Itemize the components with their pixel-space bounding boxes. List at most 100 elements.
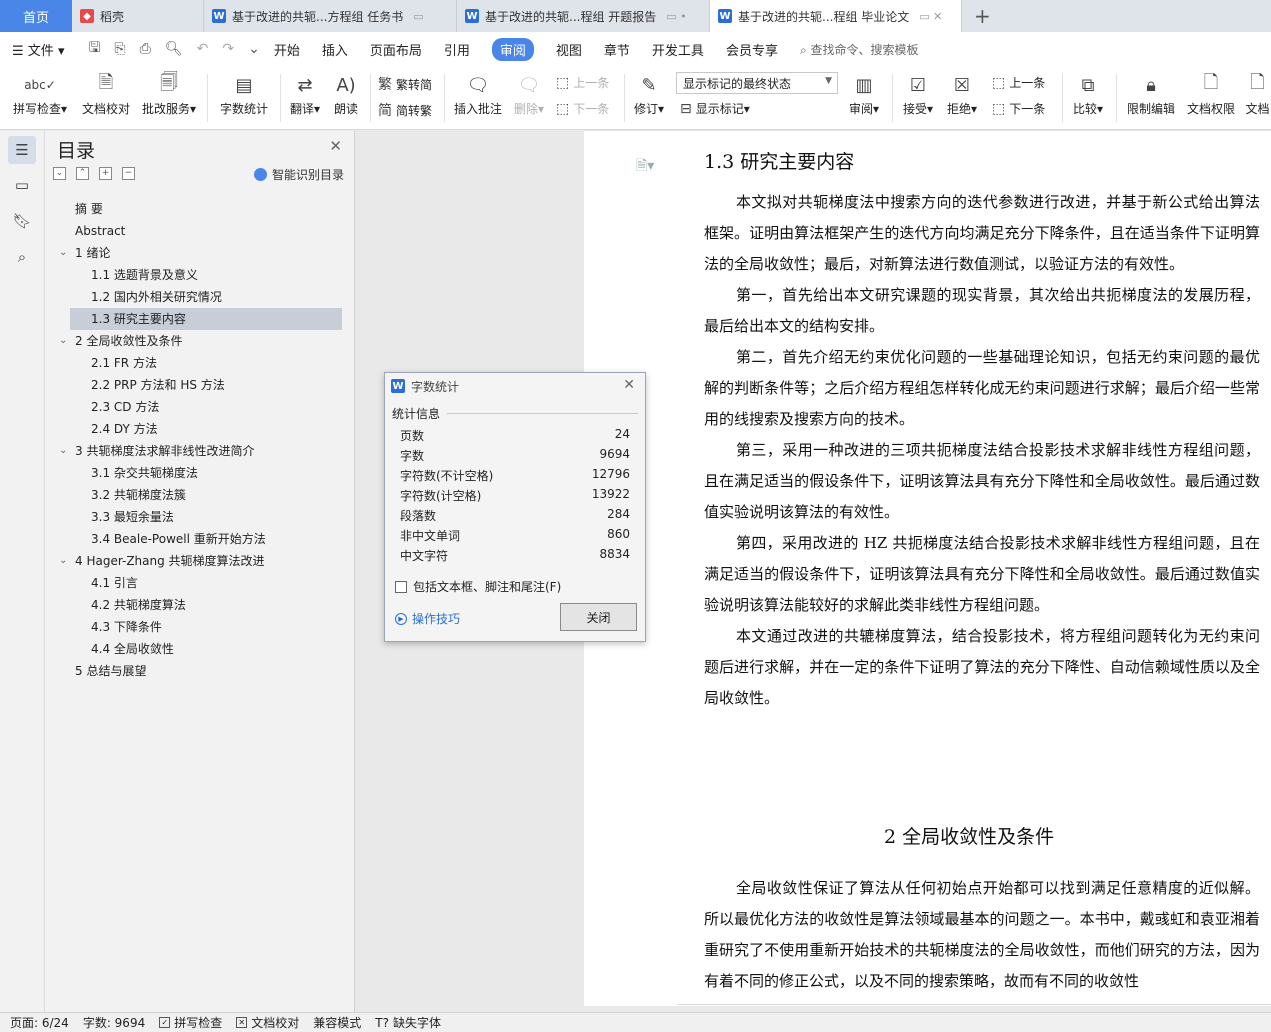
tab-docer[interactable]: ◆ 稻壳 [72,0,204,32]
document-page[interactable]: 🗎▾ 1.3 研究主要内容 本文拟对共轭梯度法中搜索方向的迭代参数进行改进，并基… [584,131,1271,1006]
next-change-button[interactable]: ⬚ 下一条 [992,100,1045,117]
toc-item[interactable]: ⌄ 2 全局收敛性及条件 [45,330,355,352]
menu-layout[interactable]: 页面布局 [370,40,422,59]
tab-proposal-doc[interactable]: W 基于改进的共轭...程组 开题报告 ▭ • [457,0,710,32]
preview-icon[interactable]: 🔍︎ [165,41,183,57]
toc-item[interactable]: 2.4 DY 方法 [45,418,355,440]
file-menu[interactable]: ☰ 文件 ▾ [12,40,64,59]
spell-check-button[interactable]: abc✓ 拼写检查▾ [10,70,70,117]
toc-item[interactable]: Abstract [45,220,355,242]
doc-more-button[interactable]: 🗋 文档 [1244,70,1271,117]
add-heading-icon[interactable]: + [99,167,112,180]
toc-item[interactable]: 3.2 共轭梯度法簇 [45,484,355,506]
dialog-header[interactable]: W 字数统计 ✕ [385,373,645,399]
chevron-down-icon[interactable]: ⌄ [59,330,67,352]
save-icon[interactable]: 🖫 [88,37,100,61]
toc-item[interactable]: 1.3 研究主要内容 [70,308,342,330]
translate-button[interactable]: ⇄ 翻译▾ [286,70,324,117]
show-markup-button[interactable]: ⊟ 显示标记 ▾ [680,100,750,117]
toc-item[interactable]: 5 总结与展望 [45,660,355,682]
close-button[interactable]: 关闭 [560,603,637,631]
tips-link[interactable]: ▶ 操作技巧 [395,610,460,627]
toc-item[interactable]: 4.2 共轭梯度算法 [45,594,355,616]
menu-vip[interactable]: 会员专享 [726,40,778,59]
compare-button[interactable]: ⧉ 比较▾ [1068,70,1108,117]
simp-to-trad-button[interactable]: 简简转繁 [378,100,432,120]
trad-to-simp-button[interactable]: 繁繁转简 [378,74,432,94]
toc-item[interactable]: 4.1 引言 [45,572,355,594]
chevron-down-icon[interactable]: ⌄ [59,440,67,462]
remove-heading-icon[interactable]: − [122,167,135,180]
close-icon[interactable]: ✕ [623,377,635,393]
smart-toc-button[interactable]: 智能识别目录 [253,166,344,183]
search-icon[interactable]: ⌕ [8,243,36,271]
toc-item[interactable]: 4.3 下降条件 [45,616,355,638]
read-aloud-button[interactable]: A) 朗读 [328,70,364,117]
menu-start[interactable]: 开始 [274,40,300,59]
missing-font-button[interactable]: T? 缺失字体 [375,1014,441,1031]
redo-icon[interactable]: ↷ [222,41,234,57]
prev-change-button[interactable]: ⬚ 上一条 [992,74,1045,91]
close-icon[interactable]: ✕ [329,137,342,155]
prev-comment-button[interactable]: ⬚ 上一条 [556,74,609,91]
toc-item-label: 2 全局收敛性及条件 [75,334,183,348]
doc-permission-button[interactable]: 🗋 文档权限 [1184,70,1238,117]
delete-comment-button[interactable]: 🗨 删除▾ [510,70,548,117]
chevron-down-icon[interactable]: ⌄ [59,242,67,264]
restrict-edit-button[interactable]: 🔒︎ 限制编辑 [1124,70,1178,117]
section-icon[interactable]: ▭ [8,171,36,199]
toc-item[interactable]: 4.4 全局收敛性 [45,638,355,660]
expand-all-icon[interactable]: ⌄ [53,167,66,180]
collapse-all-icon[interactable]: ⌃ [76,167,89,180]
track-changes-button[interactable]: ✎ 修订▾ [630,70,668,117]
close-icon[interactable]: ▭ ✕ [919,10,942,23]
toc-item[interactable]: ⌄ 4 Hager-Zhang 共轭梯度算法改进 [45,550,355,572]
page-indicator[interactable]: 页面: 6/24 [10,1014,69,1031]
word-count-button[interactable]: ▤ 字数统计 [216,70,272,117]
tab-home[interactable]: 首页 [0,0,72,32]
toc-item[interactable]: 摘 要 [45,198,355,220]
reject-button[interactable]: ☒ 拒绝▾ [942,70,982,117]
export-icon[interactable]: ⎘ [114,41,125,57]
menu-review[interactable]: 审阅 [491,37,534,61]
toc-item[interactable]: 3.4 Beale-Powell 重新开始方法 [45,528,355,550]
accept-button[interactable]: ☑ 接受▾ [898,70,938,117]
print-icon[interactable]: ⎙ [140,41,151,57]
spell-check-toggle[interactable]: ✓ 拼写检查 [159,1014,222,1031]
toc-item[interactable]: 3.3 最短余量法 [45,506,355,528]
batch-service-button[interactable]: 🗐 批改服务▾ [140,70,198,117]
menu-insert[interactable]: 插入 [322,40,348,59]
next-comment-button[interactable]: ⬚ 下一条 [556,100,609,117]
toc-item[interactable]: 1.2 国内外相关研究情况 [45,286,355,308]
markup-mode-select[interactable]: 显示标记的最终状态 ▼ [676,72,838,94]
doc-proof-button[interactable]: 🗎 文档校对 [80,70,132,117]
tab-task-doc[interactable]: W 基于改进的共轭...方程组 任务书 ▭ [204,0,457,32]
toc-item[interactable]: ⌄ 3 共轭梯度法求解非线性改进简介 [45,440,355,462]
toc-item[interactable]: 2.2 PRP 方法和 HS 方法 [45,374,355,396]
menu-reference[interactable]: 引用 [444,40,470,59]
toc-item[interactable]: 2.3 CD 方法 [45,396,355,418]
menu-view[interactable]: 视图 [556,40,582,59]
undo-icon[interactable]: ↶ [197,41,209,57]
toc-item[interactable]: 2.1 FR 方法 [45,352,355,374]
include-footnotes-checkbox[interactable]: 包括文本框、脚注和尾注(F) [395,578,561,595]
menu-chapter[interactable]: 章节 [604,40,630,59]
toc-item[interactable]: 1.1 选题背景及意义 [45,264,355,286]
word-count-indicator[interactable]: 字数: 9694 [83,1014,145,1031]
toc-item[interactable]: 3.1 杂交共轭梯度法 [45,462,355,484]
bookmark-icon[interactable]: 🔖︎ [8,207,36,235]
command-search[interactable]: ⌕ 查找命令、搜索模板 [800,41,919,58]
toc-icon[interactable]: ☰ [8,136,36,164]
toc-item-label: 1.3 研究主要内容 [91,312,186,326]
proof-toggle[interactable]: ✕ 文档校对 [236,1014,299,1031]
chevron-down-icon[interactable]: ⌄ [248,41,260,57]
chevron-down-icon[interactable]: ⌄ [59,550,67,572]
menu-devtools[interactable]: 开发工具 [652,40,704,59]
add-tab-button[interactable]: + [962,0,1003,32]
tab-thesis-doc[interactable]: W 基于改进的共轭...程组 毕业论文 ▭ ✕ [710,0,962,32]
review-pane-button[interactable]: ▥ 审阅▾ [844,70,884,117]
insert-comment-button[interactable]: 🗨 插入批注 [452,70,504,117]
toc-item[interactable]: ⌄ 1 绪论 [45,242,355,264]
checkbox-icon [395,580,407,593]
page-options-icon[interactable]: 🗎▾ [636,155,654,179]
